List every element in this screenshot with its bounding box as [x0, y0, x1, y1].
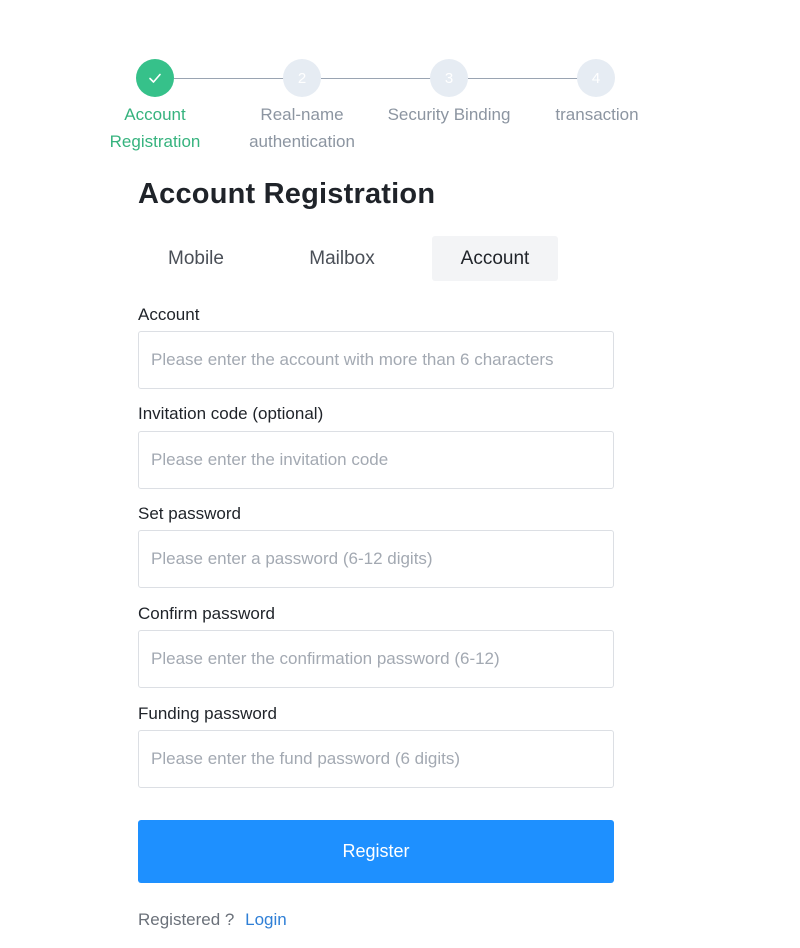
step-3-label-line1: Security Binding — [387, 105, 511, 124]
step-4-label-line1: transaction — [555, 105, 639, 124]
tab-mailbox[interactable]: Mailbox — [284, 236, 400, 281]
step-3-circle: 3 — [430, 59, 468, 97]
register-button[interactable]: Register — [138, 820, 614, 883]
login-prompt: Registered ? Login — [138, 910, 287, 930]
step-2-label-line1: Real-name — [260, 105, 344, 124]
confirm-password-label: Confirm password — [138, 604, 275, 623]
step-1-label: Account Registration — [75, 101, 235, 155]
step-connector — [321, 78, 431, 79]
step-2-circle: 2 — [283, 59, 321, 97]
step-4-circle: 4 — [577, 59, 615, 97]
set-password-input[interactable] — [138, 530, 614, 588]
step-3-number: 3 — [444, 69, 454, 87]
check-icon — [149, 73, 161, 83]
funding-password-label: Funding password — [138, 704, 277, 723]
page-title: Account Registration — [138, 178, 436, 210]
funding-password-input[interactable] — [138, 730, 614, 788]
registration-method-tabs: Mobile Mailbox Account — [138, 236, 614, 282]
tab-mobile[interactable]: Mobile — [138, 236, 254, 281]
account-input[interactable] — [138, 331, 614, 389]
step-1-label-line2: Registration — [109, 132, 201, 151]
step-2-number: 2 — [297, 69, 307, 87]
step-connector — [174, 78, 284, 79]
account-label: Account — [138, 305, 200, 324]
registered-text: Registered ? — [138, 910, 235, 929]
invitation-code-label: Invitation code (optional) — [138, 404, 324, 423]
invitation-code-input[interactable] — [138, 431, 614, 489]
step-3-label: Security Binding — [369, 101, 529, 128]
registration-steps: 2 3 4 Account Registration Real-name aut… — [0, 0, 800, 160]
step-1-label-line1: Account — [124, 105, 186, 124]
step-4-label: transaction — [517, 101, 677, 128]
step-1-circle — [136, 59, 174, 97]
step-4-number: 4 — [591, 69, 601, 87]
set-password-label: Set password — [138, 504, 241, 523]
tab-account[interactable]: Account — [432, 236, 558, 281]
login-link[interactable]: Login — [245, 910, 287, 929]
step-2-label: Real-name authentication — [222, 101, 382, 155]
step-connector — [468, 78, 578, 79]
confirm-password-input[interactable] — [138, 630, 614, 688]
step-2-label-line2: authentication — [249, 132, 355, 151]
